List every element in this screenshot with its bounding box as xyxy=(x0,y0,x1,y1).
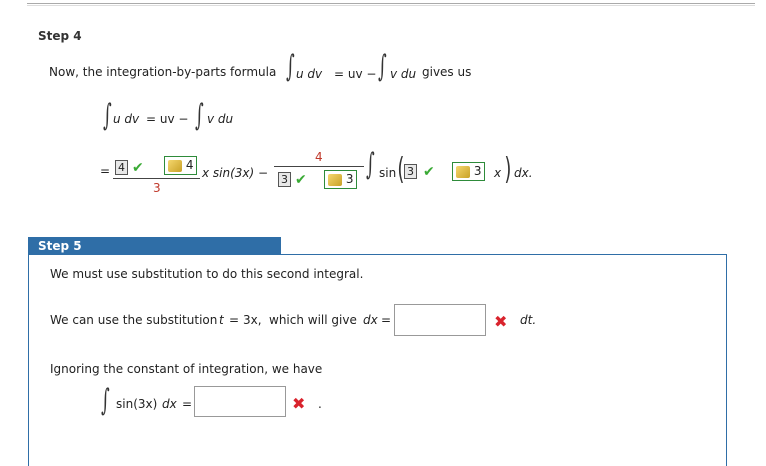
step5-line2-pre: We can use the substitution xyxy=(50,313,218,327)
integral-sign: ∫ xyxy=(103,98,112,133)
key-icon xyxy=(168,159,182,172)
formula-lhs: u dv xyxy=(296,67,323,81)
fraction-bar xyxy=(274,166,364,167)
integral-sign: ∫ xyxy=(378,49,387,84)
integral-answer-input[interactable] xyxy=(194,386,286,417)
integral-sign: ∫ xyxy=(195,98,204,133)
step5-panel xyxy=(28,254,727,466)
eq2: = xyxy=(182,397,193,411)
line2-lhs: u dv xyxy=(113,112,140,126)
fraction-bar xyxy=(113,178,200,179)
dx2-label: dx xyxy=(162,397,177,411)
check-icon: ✔ xyxy=(423,164,435,180)
integral-sign: ∫ xyxy=(101,383,110,418)
integrand: sin(3x) xyxy=(116,397,158,411)
incorrect-icon: ✖ xyxy=(292,394,306,413)
gives-us-text: gives us xyxy=(422,65,472,79)
dx-tail: dx. xyxy=(514,166,533,180)
sub-var: t xyxy=(219,313,224,327)
step4-intro: Now, the integration-by-parts formula xyxy=(49,65,277,79)
step5-title: Step 5 xyxy=(28,237,281,255)
step5-line2-mid: which will give xyxy=(269,313,357,327)
sin-label: sin xyxy=(379,166,397,180)
integral-sign: ∫ xyxy=(366,147,375,182)
answer-key-box[interactable]: 3 xyxy=(324,170,358,189)
x-variable: x xyxy=(494,166,502,180)
formula-rhs: v du xyxy=(390,67,417,81)
frac2-numerator: 4 xyxy=(315,150,323,164)
frac1-numerator-box: 4 xyxy=(115,160,128,175)
sin-coef-box: 3 xyxy=(404,164,417,179)
incorrect-icon: ✖ xyxy=(494,312,508,331)
frac1-key-value: 4 xyxy=(185,158,194,172)
term1-tail: x sin(3x) − xyxy=(202,166,269,180)
dt-label: dt. xyxy=(520,313,537,327)
sub-val: 3x, xyxy=(243,313,262,327)
frac1-denominator: 3 xyxy=(153,181,161,195)
formula-eq: = uv − xyxy=(334,67,377,81)
line2-mid: = uv − xyxy=(146,112,189,126)
frac2-denominator-box: 3 xyxy=(278,172,291,187)
equals-sign: = xyxy=(100,164,111,178)
sin-key-value: 3 xyxy=(473,164,482,178)
dx-eq: = xyxy=(381,313,392,327)
check-icon: ✔ xyxy=(295,172,307,188)
answer-key-box[interactable]: 4 xyxy=(164,156,198,175)
frac2-key-value: 3 xyxy=(345,172,354,186)
step4-title: Step 4 xyxy=(38,29,82,43)
dx-answer-input[interactable] xyxy=(394,304,486,336)
period: . xyxy=(318,397,322,411)
key-icon xyxy=(456,165,470,178)
right-paren: ) xyxy=(504,152,512,187)
dx-label: dx xyxy=(363,313,378,327)
check-icon: ✔ xyxy=(132,160,144,176)
integral-sign: ∫ xyxy=(286,49,295,84)
answer-key-box[interactable]: 3 xyxy=(452,162,486,181)
step5-line1: We must use substitution to do this seco… xyxy=(50,267,364,281)
line2-rhs: v du xyxy=(207,112,234,126)
sub-eq: = xyxy=(229,313,240,327)
key-icon xyxy=(328,173,342,186)
step5-line3: Ignoring the constant of integration, we… xyxy=(50,362,323,376)
